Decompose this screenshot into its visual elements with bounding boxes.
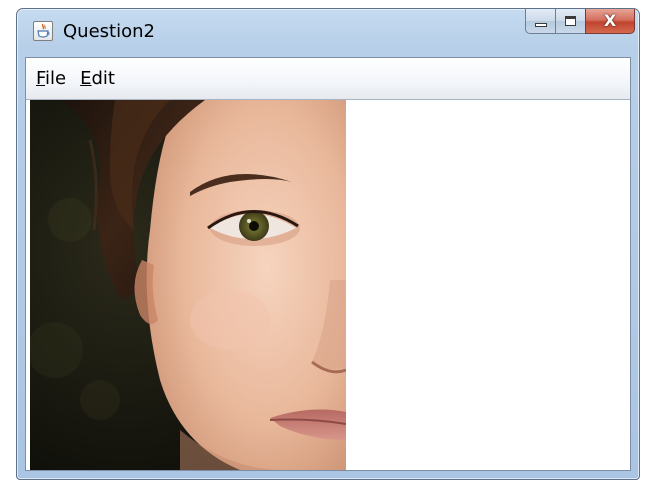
close-button[interactable]: X [585, 9, 635, 34]
minimize-button[interactable] [525, 9, 555, 34]
java-cup-icon[interactable] [33, 21, 53, 41]
caption-buttons: X [525, 9, 635, 35]
menu-bar: File Edit [26, 58, 630, 100]
minimize-icon [534, 23, 547, 27]
title-bar[interactable]: Question2 X [17, 9, 639, 57]
client-area: File Edit [25, 57, 631, 471]
menu-file-label: ile [45, 67, 67, 89]
close-icon: X [603, 11, 617, 30]
app-window: Question2 X File Edit [16, 8, 640, 480]
maximize-button[interactable] [555, 9, 585, 34]
menu-file[interactable]: File [32, 68, 70, 90]
photo-half-face [30, 100, 346, 470]
maximize-icon [565, 16, 576, 26]
menu-edit-label: dit [91, 67, 115, 89]
menu-file-mnemonic: F [36, 67, 46, 89]
window-title: Question2 [63, 21, 155, 42]
menu-edit-mnemonic: E [80, 67, 92, 89]
menu-edit[interactable]: Edit [76, 68, 119, 90]
